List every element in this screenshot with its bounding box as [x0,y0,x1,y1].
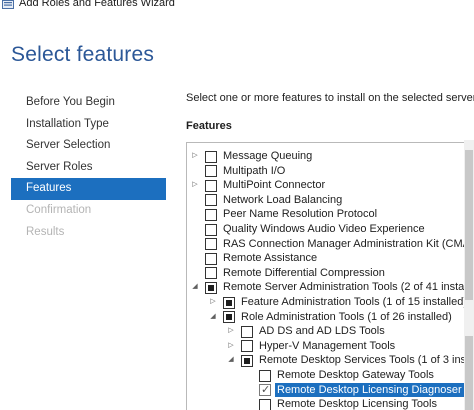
scrollbar-thumb-lower[interactable] [465,336,473,410]
feature-label[interactable]: Multipath I/O [221,164,287,179]
feature-label[interactable]: Remote Server Administration Tools (2 of… [221,280,469,295]
nav-item-installation-type[interactable]: Installation Type [11,114,166,136]
features-tree[interactable]: ▷ Message Queuing Multipath I/O ▷ MultiPoint… [186,142,470,410]
nav-item-before-you-begin[interactable]: Before You Begin [11,92,166,114]
feature-label[interactable]: RAS Connection Manager Administration Ki… [221,237,470,252]
collapse-arrow-icon[interactable]: ◢ [227,355,235,365]
expand-arrow-icon[interactable]: ▷ [191,180,199,190]
expand-arrow-icon[interactable]: ▷ [227,326,235,336]
features-heading: Features [186,120,232,132]
feature-label[interactable]: Hyper-V Management Tools [257,339,397,354]
collapse-arrow-icon[interactable]: ◢ [191,282,199,292]
feature-label[interactable]: Remote Desktop Licensing Diagnoser To [275,382,470,398]
feature-row[interactable]: ▷ AD DS and AD LDS Tools [187,324,470,339]
feature-checkbox[interactable] [205,165,217,178]
collapse-arrow-icon[interactable]: ◢ [209,312,217,322]
nav-item-server-roles[interactable]: Server Roles [11,157,166,179]
feature-row[interactable]: Remote Desktop Gateway Tools [187,368,470,383]
feature-checkbox[interactable] [205,150,217,163]
feature-checkbox[interactable] [205,208,217,221]
feature-label[interactable]: Remote Desktop Gateway Tools [275,368,436,383]
instruction-text: Select one or more features to install o… [186,92,474,104]
feature-checkbox[interactable] [241,325,253,338]
feature-row[interactable]: Quality Windows Audio Video Experience [187,222,470,237]
feature-label[interactable]: Role Administration Tools (1 of 26 insta… [239,310,454,325]
feature-label[interactable]: Peer Name Resolution Protocol [221,207,379,222]
feature-checkbox[interactable] [205,194,217,207]
window-title: Add Roles and Features Wizard [19,0,175,9]
content-pane: Select one or more features to install o… [186,0,474,410]
feature-checkbox[interactable] [205,267,217,280]
feature-label[interactable]: Feature Administration Tools (1 of 15 in… [239,295,469,310]
feature-row[interactable]: ◢ Remote Server Administration Tools (2 o… [187,280,470,295]
wizard-nav: Before You Begin Installation Type Server … [11,92,166,243]
nav-item-results: Results [26,225,65,238]
feature-row[interactable]: Network Load Balancing [187,193,470,208]
feature-label[interactable]: MultiPoint Connector [221,178,327,193]
vertical-scrollbar[interactable] [464,140,474,410]
feature-label[interactable]: Message Queuing [221,149,314,164]
feature-row[interactable]: ✓ Remote Desktop Licensing Diagnoser To [187,382,470,398]
feature-checkbox[interactable] [205,252,217,265]
feature-row[interactable]: ▷ Feature Administration Tools (1 of 15 i… [187,295,470,310]
feature-row[interactable]: ◢ Remote Desktop Services Tools (1 of 3 i… [187,353,470,368]
feature-row[interactable]: Peer Name Resolution Protocol [187,207,470,222]
feature-row[interactable]: ▷ Hyper-V Management Tools [187,339,470,354]
feature-checkbox[interactable] [223,311,235,324]
feature-label[interactable]: Network Load Balancing [221,193,344,208]
feature-checkbox[interactable] [205,281,217,294]
feature-row[interactable]: Remote Assistance [187,251,470,266]
feature-label[interactable]: Remote Assistance [221,251,319,266]
feature-checkbox[interactable] [223,296,235,309]
checkmark-icon: ✓ [261,384,271,397]
feature-label[interactable]: AD DS and AD LDS Tools [257,324,387,339]
nav-item-confirmation: Confirmation [26,203,92,216]
feature-row[interactable]: Remote Desktop Licensing Tools [187,397,470,410]
feature-label[interactable]: Remote Differential Compression [221,266,387,281]
feature-row[interactable]: ◢ Role Administration Tools (1 of 26 inst… [187,310,470,325]
feature-row[interactable]: ▷ MultiPoint Connector [187,178,470,193]
scrollbar-thumb[interactable] [465,150,473,300]
feature-checkbox[interactable]: ✓ [259,384,271,397]
expand-arrow-icon[interactable]: ▷ [209,297,217,307]
feature-row[interactable]: RAS Connection Manager Administration Ki… [187,237,470,252]
feature-checkbox[interactable] [205,179,217,192]
feature-row[interactable]: ▷ Message Queuing [187,149,470,164]
nav-item-server-selection[interactable]: Server Selection [11,135,166,157]
expand-arrow-icon[interactable]: ▷ [191,151,199,161]
feature-checkbox[interactable] [205,223,217,236]
feature-row[interactable]: Remote Differential Compression [187,266,470,281]
feature-label[interactable]: Remote Desktop Licensing Tools [275,397,439,410]
server-manager-icon [2,0,14,9]
expand-arrow-icon[interactable]: ▷ [227,341,235,351]
page-title: Select features [11,43,155,66]
feature-row[interactable]: Multipath I/O [187,164,470,179]
feature-checkbox[interactable] [259,398,271,410]
feature-checkbox[interactable] [241,354,253,367]
feature-checkbox[interactable] [241,340,253,353]
nav-item-features[interactable]: Features [11,178,166,200]
feature-label[interactable]: Quality Windows Audio Video Experience [221,222,427,237]
feature-label[interactable]: Remote Desktop Services Tools (1 of 3 in… [257,353,470,368]
feature-checkbox[interactable] [259,369,271,382]
feature-checkbox[interactable] [205,238,217,251]
